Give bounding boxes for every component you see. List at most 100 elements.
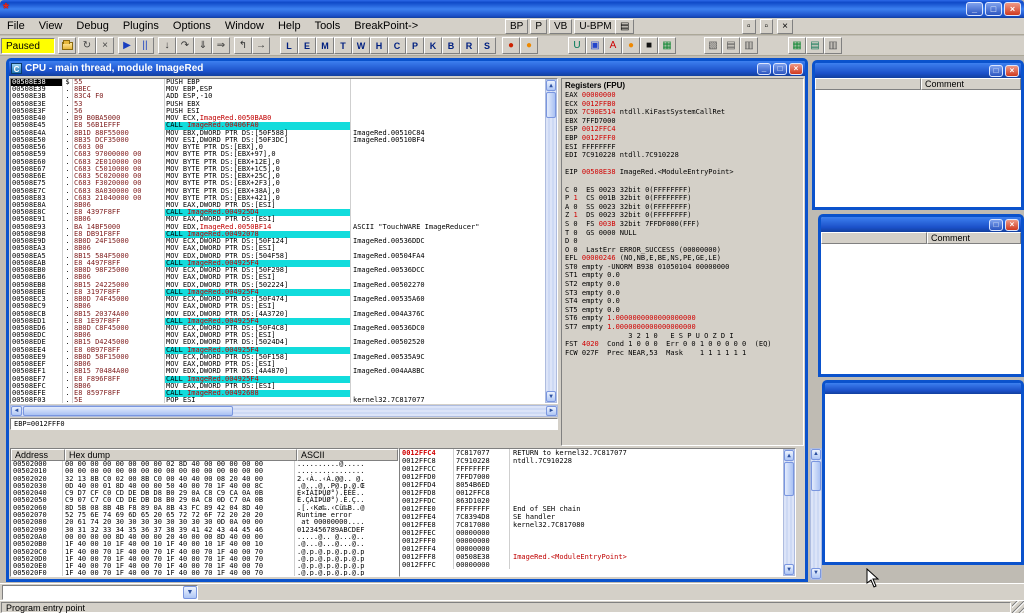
stack-row[interactable]: 0012FFE0FFFFFFFFEnd of SEH chain bbox=[400, 505, 784, 513]
view-patches-button[interactable]: P bbox=[406, 37, 424, 54]
cpu-minimize-button[interactable]: _ bbox=[757, 63, 771, 75]
plugin-analyze-icon[interactable]: A bbox=[604, 37, 622, 54]
sw1-header-blank[interactable] bbox=[815, 78, 921, 90]
cpu-window-titlebar[interactable]: C CPU - main thread, module ImageRed _ □… bbox=[9, 61, 805, 76]
view-handles-button[interactable]: H bbox=[370, 37, 388, 54]
side-window-3-vscrollbar[interactable]: ▲ ▼ bbox=[810, 448, 822, 580]
menu-window[interactable]: Window bbox=[218, 19, 271, 33]
register-line[interactable]: T 0 GS 0000 NULL bbox=[562, 229, 803, 238]
resize-grip[interactable] bbox=[1012, 601, 1024, 613]
register-line[interactable]: ST5 empty 0.0 bbox=[562, 306, 803, 315]
stack-row[interactable]: 0012FFEC00000000 bbox=[400, 529, 784, 537]
side-window-2-titlebar[interactable]: □ × bbox=[821, 217, 1021, 232]
register-line[interactable] bbox=[562, 160, 803, 169]
restart-button[interactable]: ↻ bbox=[78, 37, 96, 54]
vb-button[interactable]: VB bbox=[549, 19, 572, 34]
plugin-orange-icon[interactable]: ● bbox=[520, 37, 538, 54]
plugin-breakpoint-icon[interactable]: ● bbox=[502, 37, 520, 54]
register-line[interactable]: EDX 7C90E514 ntdll.KiFastSystemCallRet bbox=[562, 108, 803, 117]
side-window-3-titlebar[interactable] bbox=[825, 383, 1021, 394]
scroll-down-arrow[interactable]: ▼ bbox=[546, 391, 556, 402]
animate-over-button[interactable]: ⇒ bbox=[212, 37, 230, 54]
scroll-right-arrow[interactable]: ► bbox=[546, 406, 557, 416]
scroll-thumb[interactable] bbox=[784, 462, 794, 496]
register-line[interactable]: Z 1 DS 0023 32bit 0(FFFFFFFF) bbox=[562, 211, 803, 220]
disasm-row[interactable]: 00508EB0.8B0D 98F25000MOV ECX,DWORD PTR … bbox=[11, 267, 547, 274]
view-references-button[interactable]: R bbox=[460, 37, 478, 54]
register-line[interactable]: 3 2 1 0 E S P U O Z D I bbox=[562, 332, 803, 341]
run-button[interactable]: ▶ bbox=[118, 37, 136, 54]
register-line[interactable]: EIP 00508E38 ImageRed.<ModuleEntryPoint> bbox=[562, 168, 803, 177]
register-line[interactable] bbox=[562, 177, 803, 186]
stack-row[interactable]: 0012FFCCFFFFFFFF bbox=[400, 465, 784, 473]
disasm-row[interactable]: 00508E83.C683 21040000 00MOV BYTE PTR DS… bbox=[11, 195, 547, 202]
open-file-button[interactable] bbox=[58, 37, 76, 54]
scroll-thumb[interactable] bbox=[23, 406, 233, 416]
stack-row[interactable]: 0012FFF400000000 bbox=[400, 545, 784, 553]
disasm-row[interactable]: 00508ED6.8B0D C8F45000MOV ECX,DWORD PTR … bbox=[11, 325, 547, 332]
register-line[interactable]: EAX 00000000 bbox=[562, 91, 803, 100]
ubpm-button[interactable]: U-BPM bbox=[574, 19, 616, 34]
register-line[interactable]: ST0 empty -UNORM B938 01050104 00000000 bbox=[562, 263, 803, 272]
app-close-button[interactable]: × bbox=[1004, 2, 1021, 16]
disasm-row[interactable]: 00508EF7.E8 F896F8FFCALL ImageRed.004925… bbox=[11, 376, 547, 383]
right-tool-icon-2[interactable]: ▤ bbox=[806, 37, 824, 54]
view-executables-button[interactable]: E bbox=[298, 37, 316, 54]
register-line[interactable]: EFL 00000246 (NO,NB,E,BE,NS,PE,GE,LE) bbox=[562, 254, 803, 263]
sw2-header-blank[interactable] bbox=[821, 232, 927, 244]
view-log-button[interactable]: L bbox=[280, 37, 298, 54]
disasm-row[interactable]: 00508E3E.53PUSH EBX bbox=[11, 101, 547, 108]
dump-pane[interactable]: Address Hex dump ASCII 0050200000 00 00 … bbox=[10, 448, 399, 577]
execute-till-return-button[interactable]: ↰ bbox=[234, 37, 252, 54]
right-tool-icon-3[interactable]: ▥ bbox=[824, 37, 842, 54]
plugin-dot-icon[interactable]: ● bbox=[622, 37, 640, 54]
menu-doc-icon[interactable]: ▤ bbox=[615, 19, 634, 34]
register-line[interactable]: EBP 0012FFF0 bbox=[562, 134, 803, 143]
scroll-up-arrow[interactable]: ▲ bbox=[784, 450, 794, 461]
register-line[interactable]: FST 4020 Cond 1 0 0 0 Err 0 0 1 0 0 0 0 … bbox=[562, 340, 803, 349]
menu-breakpoint[interactable]: BreakPoint-> bbox=[347, 19, 425, 33]
bp-button[interactable]: BP bbox=[505, 19, 528, 34]
plugin-unicode-icon[interactable]: U bbox=[568, 37, 586, 54]
p-button[interactable]: P bbox=[530, 19, 547, 34]
menu-small-icon-2[interactable]: ▫ bbox=[760, 19, 774, 34]
menu-file[interactable]: File bbox=[0, 19, 32, 33]
sw2-maximize-button[interactable]: □ bbox=[989, 219, 1003, 231]
step-over-button[interactable]: ↷ bbox=[176, 37, 194, 54]
scroll-up-arrow[interactable]: ▲ bbox=[811, 449, 821, 460]
sw1-maximize-button[interactable]: □ bbox=[989, 65, 1003, 77]
disassembly-pane[interactable]: 00508E38$55PUSH EBP00508E39.8BECMOV EBP,… bbox=[10, 78, 558, 404]
combo-dropdown-arrow[interactable]: ▼ bbox=[183, 586, 197, 599]
command-input[interactable] bbox=[3, 586, 183, 599]
stack-row[interactable]: 0012FFD07FFD7000 bbox=[400, 473, 784, 481]
register-line[interactable]: ECX 0012FFB0 bbox=[562, 100, 803, 109]
register-line[interactable]: ST3 empty 0.0 bbox=[562, 289, 803, 298]
register-line[interactable]: O 0 LastErr ERROR_SUCCESS (00000000) bbox=[562, 246, 803, 255]
stack-row[interactable]: 0012FFF800508E38ImageRed.<ModuleEntryPoi… bbox=[400, 553, 784, 561]
register-line[interactable]: ST2 empty 0.0 bbox=[562, 280, 803, 289]
window-arrange-icon[interactable]: ▥ bbox=[740, 37, 758, 54]
register-line[interactable]: ST7 empty 1.0000000000000000000 bbox=[562, 323, 803, 332]
register-line[interactable]: S 0 FS 003B 32bit 7FFDF000(FFF) bbox=[562, 220, 803, 229]
register-line[interactable]: ESP 0012FFC4 bbox=[562, 125, 803, 134]
view-threads-button[interactable]: T bbox=[334, 37, 352, 54]
registers-pane[interactable]: Registers (FPU) EAX 00000000ECX 0012FFB0… bbox=[561, 78, 804, 446]
plugin-grid-icon[interactable]: ▦ bbox=[658, 37, 676, 54]
sw2-header-comment[interactable]: Comment bbox=[927, 232, 1021, 244]
disasm-row[interactable]: 00508E8C.E8 4397F8FFCALL ImageRed.004925… bbox=[11, 209, 547, 216]
scroll-down-arrow[interactable]: ▼ bbox=[811, 568, 821, 579]
menu-plugins[interactable]: Plugins bbox=[116, 19, 166, 33]
register-line[interactable]: ST4 empty 0.0 bbox=[562, 297, 803, 306]
disassembly-vscrollbar[interactable]: ▲ ▼ bbox=[545, 79, 557, 403]
plugin-black-icon[interactable]: ■ bbox=[640, 37, 658, 54]
menu-debug[interactable]: Debug bbox=[69, 19, 115, 33]
register-line[interactable]: EDI 7C910228 ntdll.7C910228 bbox=[562, 151, 803, 160]
stack-row[interactable]: 0012FFD80012FFC8 bbox=[400, 489, 784, 497]
sw1-close-button[interactable]: × bbox=[1005, 65, 1019, 77]
stack-row[interactable]: 0012FFF000000000 bbox=[400, 537, 784, 545]
stack-row[interactable]: 0012FFFC00000000 bbox=[400, 561, 784, 569]
stack-row[interactable]: 0012FFC87C910228ntdll.7C910228 bbox=[400, 457, 784, 465]
right-tool-icon-1[interactable]: ▦ bbox=[788, 37, 806, 54]
cpu-maximize-button[interactable]: □ bbox=[773, 63, 787, 75]
scroll-left-arrow[interactable]: ◄ bbox=[11, 406, 22, 416]
